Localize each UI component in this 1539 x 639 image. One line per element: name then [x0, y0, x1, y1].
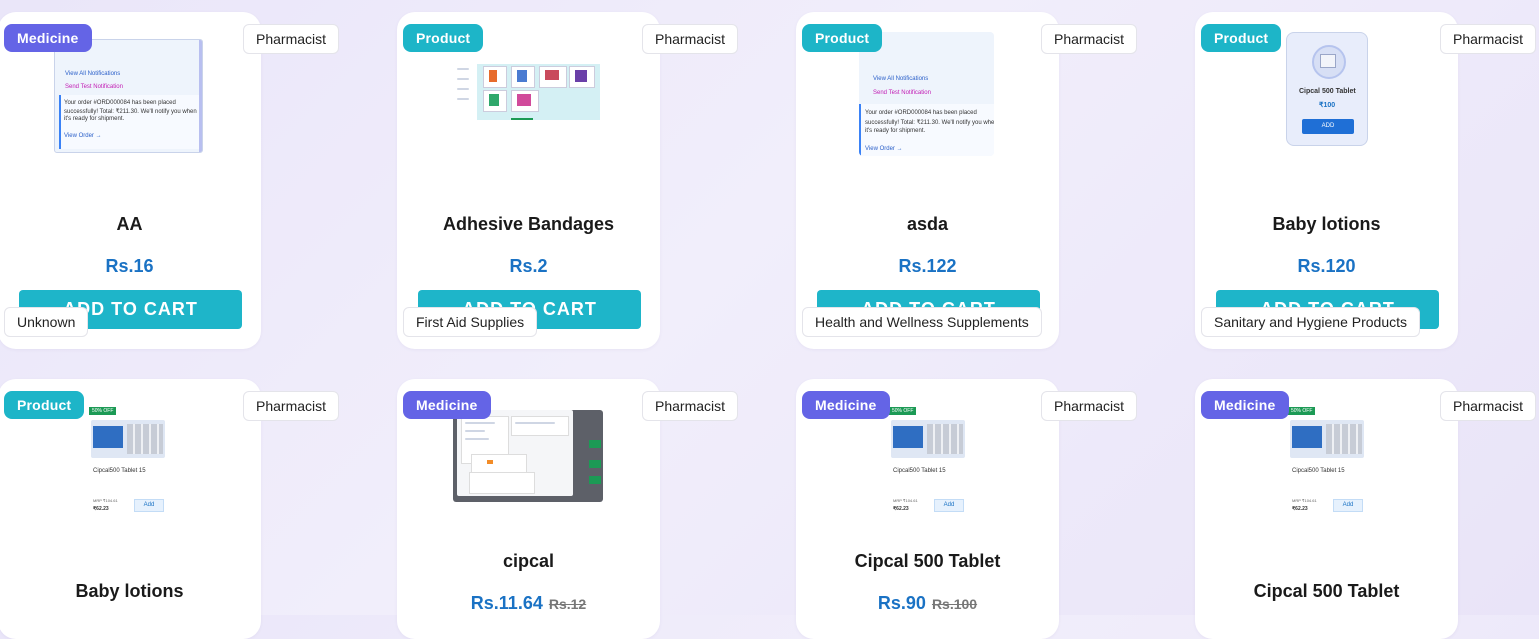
- product-card[interactable]: View All Notifications Send Test Notific…: [0, 12, 340, 349]
- original-price: Rs.12: [548, 596, 587, 612]
- notif-send: Send Test Notification: [65, 84, 123, 90]
- mini-add-button: ADD: [1302, 119, 1354, 134]
- notif-msg: it's ready for shipment.: [865, 128, 926, 134]
- product-card[interactable]: Medicine Pharmacist cipcal Rs.11.64 Rs.12: [397, 379, 739, 639]
- price-row: Rs.2: [397, 256, 660, 277]
- product-image: Cipcal 500 Tablet ₹100 ADD: [1286, 32, 1368, 146]
- product-name: Baby lotions: [1272, 214, 1381, 234]
- notif-msg: successfully! Total: ₹211.30. We'll noti…: [64, 109, 197, 115]
- strip-name: Cipcal500 Tablet 15: [93, 468, 146, 474]
- product-image: 50% OFF Cipcal500 Tablet 15 MRP ₹104.61 …: [87, 404, 167, 514]
- product-card[interactable]: 50% OFF Cipcal500 Tablet 15 MRP ₹104.61 …: [1195, 379, 1537, 639]
- strip-add: Add: [934, 499, 964, 512]
- product-image: 50% OFF Cipcal500 Tablet 15 MRP ₹104.61 …: [1286, 404, 1366, 514]
- role-tag: Pharmacist: [642, 391, 739, 421]
- strip-price: ₹62.23: [93, 506, 109, 512]
- category-tag: Unknown: [4, 307, 89, 337]
- notif-view-all: View All Notifications: [873, 76, 929, 82]
- role-tag: Pharmacist: [243, 24, 340, 54]
- category-tag: First Aid Supplies: [403, 307, 538, 337]
- product-card[interactable]: 50% OFF Cipcal500 Tablet 15 MRP ₹104.61 …: [796, 379, 1138, 639]
- product-name: asda: [906, 214, 949, 234]
- product-name: Baby lotions: [75, 581, 184, 601]
- strip-price: ₹62.23: [893, 506, 909, 512]
- type-badge: Medicine: [1201, 391, 1289, 419]
- product-image: [453, 54, 600, 120]
- mini-product-title: Cipcal 500 Tablet: [1299, 88, 1356, 95]
- product-image: 50% OFF Cipcal500 Tablet 15 MRP ₹104.61 …: [887, 404, 967, 514]
- price: Rs.11.64: [470, 593, 543, 613]
- notif-msg: Your order #ORD000084 has been placed: [64, 100, 176, 106]
- notif-view-order: View Order →: [865, 146, 903, 152]
- price-row: Rs.90 Rs.100: [796, 593, 1059, 614]
- strip-add: Add: [134, 499, 164, 512]
- strip-price: ₹62.23: [1292, 506, 1308, 512]
- notif-view-all: View All Notifications: [65, 71, 121, 77]
- product-name: cipcal: [502, 551, 555, 571]
- product-name: Cipcal 500 Tablet: [1253, 581, 1400, 601]
- type-badge: Medicine: [403, 391, 491, 419]
- strip-mrp: MRP ₹104.61: [93, 498, 118, 503]
- price: Rs.122: [898, 256, 957, 276]
- original-price: Rs.100: [931, 596, 978, 612]
- type-badge: Medicine: [4, 24, 92, 52]
- product-card[interactable]: Cipcal 500 Tablet ₹100 ADD Product Pharm…: [1195, 12, 1537, 349]
- role-tag: Pharmacist: [1440, 24, 1537, 54]
- product-name: AA: [116, 214, 143, 234]
- strip-name: Cipcal500 Tablet 15: [893, 468, 946, 474]
- role-tag: Pharmacist: [243, 391, 340, 421]
- price-row: Rs.122: [796, 256, 1059, 277]
- product-image: View All Notifications Send Test Notific…: [54, 39, 203, 153]
- notif-send: Send Test Notification: [873, 90, 931, 96]
- notif-view-order: View Order →: [64, 133, 102, 139]
- discount-tag: 50% OFF: [889, 407, 917, 415]
- price-row: Rs.16: [0, 256, 261, 277]
- product-card[interactable]: 50% OFF Cipcal500 Tablet 15 MRP ₹104.61 …: [0, 379, 340, 639]
- category-tag: Sanitary and Hygiene Products: [1201, 307, 1420, 337]
- product-image: View All Notifications Send Test Notific…: [859, 32, 994, 156]
- notif-msg: it's ready for shipment.: [64, 116, 125, 122]
- price: Rs.16: [105, 256, 154, 276]
- price-row: Rs.120: [1195, 256, 1458, 277]
- notif-msg: Your order #ORD000084 has been placed: [865, 110, 977, 116]
- price-row: Rs.11.64 Rs.12: [397, 593, 660, 614]
- product-name: Cipcal 500 Tablet: [854, 551, 1001, 571]
- category-tag: Health and Wellness Supplements: [802, 307, 1042, 337]
- type-badge: Product: [802, 24, 883, 52]
- notif-msg: successfully! Total: ₹211.30. We'll noti…: [865, 120, 994, 126]
- price: Rs.2: [509, 256, 548, 276]
- type-badge: Product: [1201, 24, 1282, 52]
- discount-tag: 50% OFF: [1288, 407, 1316, 415]
- strip-mrp: MRP ₹104.61: [893, 498, 918, 503]
- strip-name: Cipcal500 Tablet 15: [1292, 468, 1345, 474]
- role-tag: Pharmacist: [1041, 391, 1138, 421]
- product-name: Adhesive Bandages: [442, 214, 615, 234]
- type-badge: Product: [403, 24, 484, 52]
- product-image: [453, 410, 603, 502]
- product-card[interactable]: Product Pharmacist Adhesive Bandages Rs.…: [397, 12, 739, 349]
- role-tag: Pharmacist: [642, 24, 739, 54]
- discount-tag: 50% OFF: [89, 407, 117, 415]
- strip-add: Add: [1333, 499, 1363, 512]
- role-tag: Pharmacist: [1440, 391, 1537, 421]
- price: Rs.120: [1297, 256, 1356, 276]
- role-tag: Pharmacist: [1041, 24, 1138, 54]
- price: Rs.90: [877, 593, 926, 613]
- strip-mrp: MRP ₹104.61: [1292, 498, 1317, 503]
- type-badge: Product: [4, 391, 85, 419]
- product-card[interactable]: View All Notifications Send Test Notific…: [796, 12, 1138, 349]
- mini-product-price: ₹100: [1319, 102, 1336, 109]
- type-badge: Medicine: [802, 391, 890, 419]
